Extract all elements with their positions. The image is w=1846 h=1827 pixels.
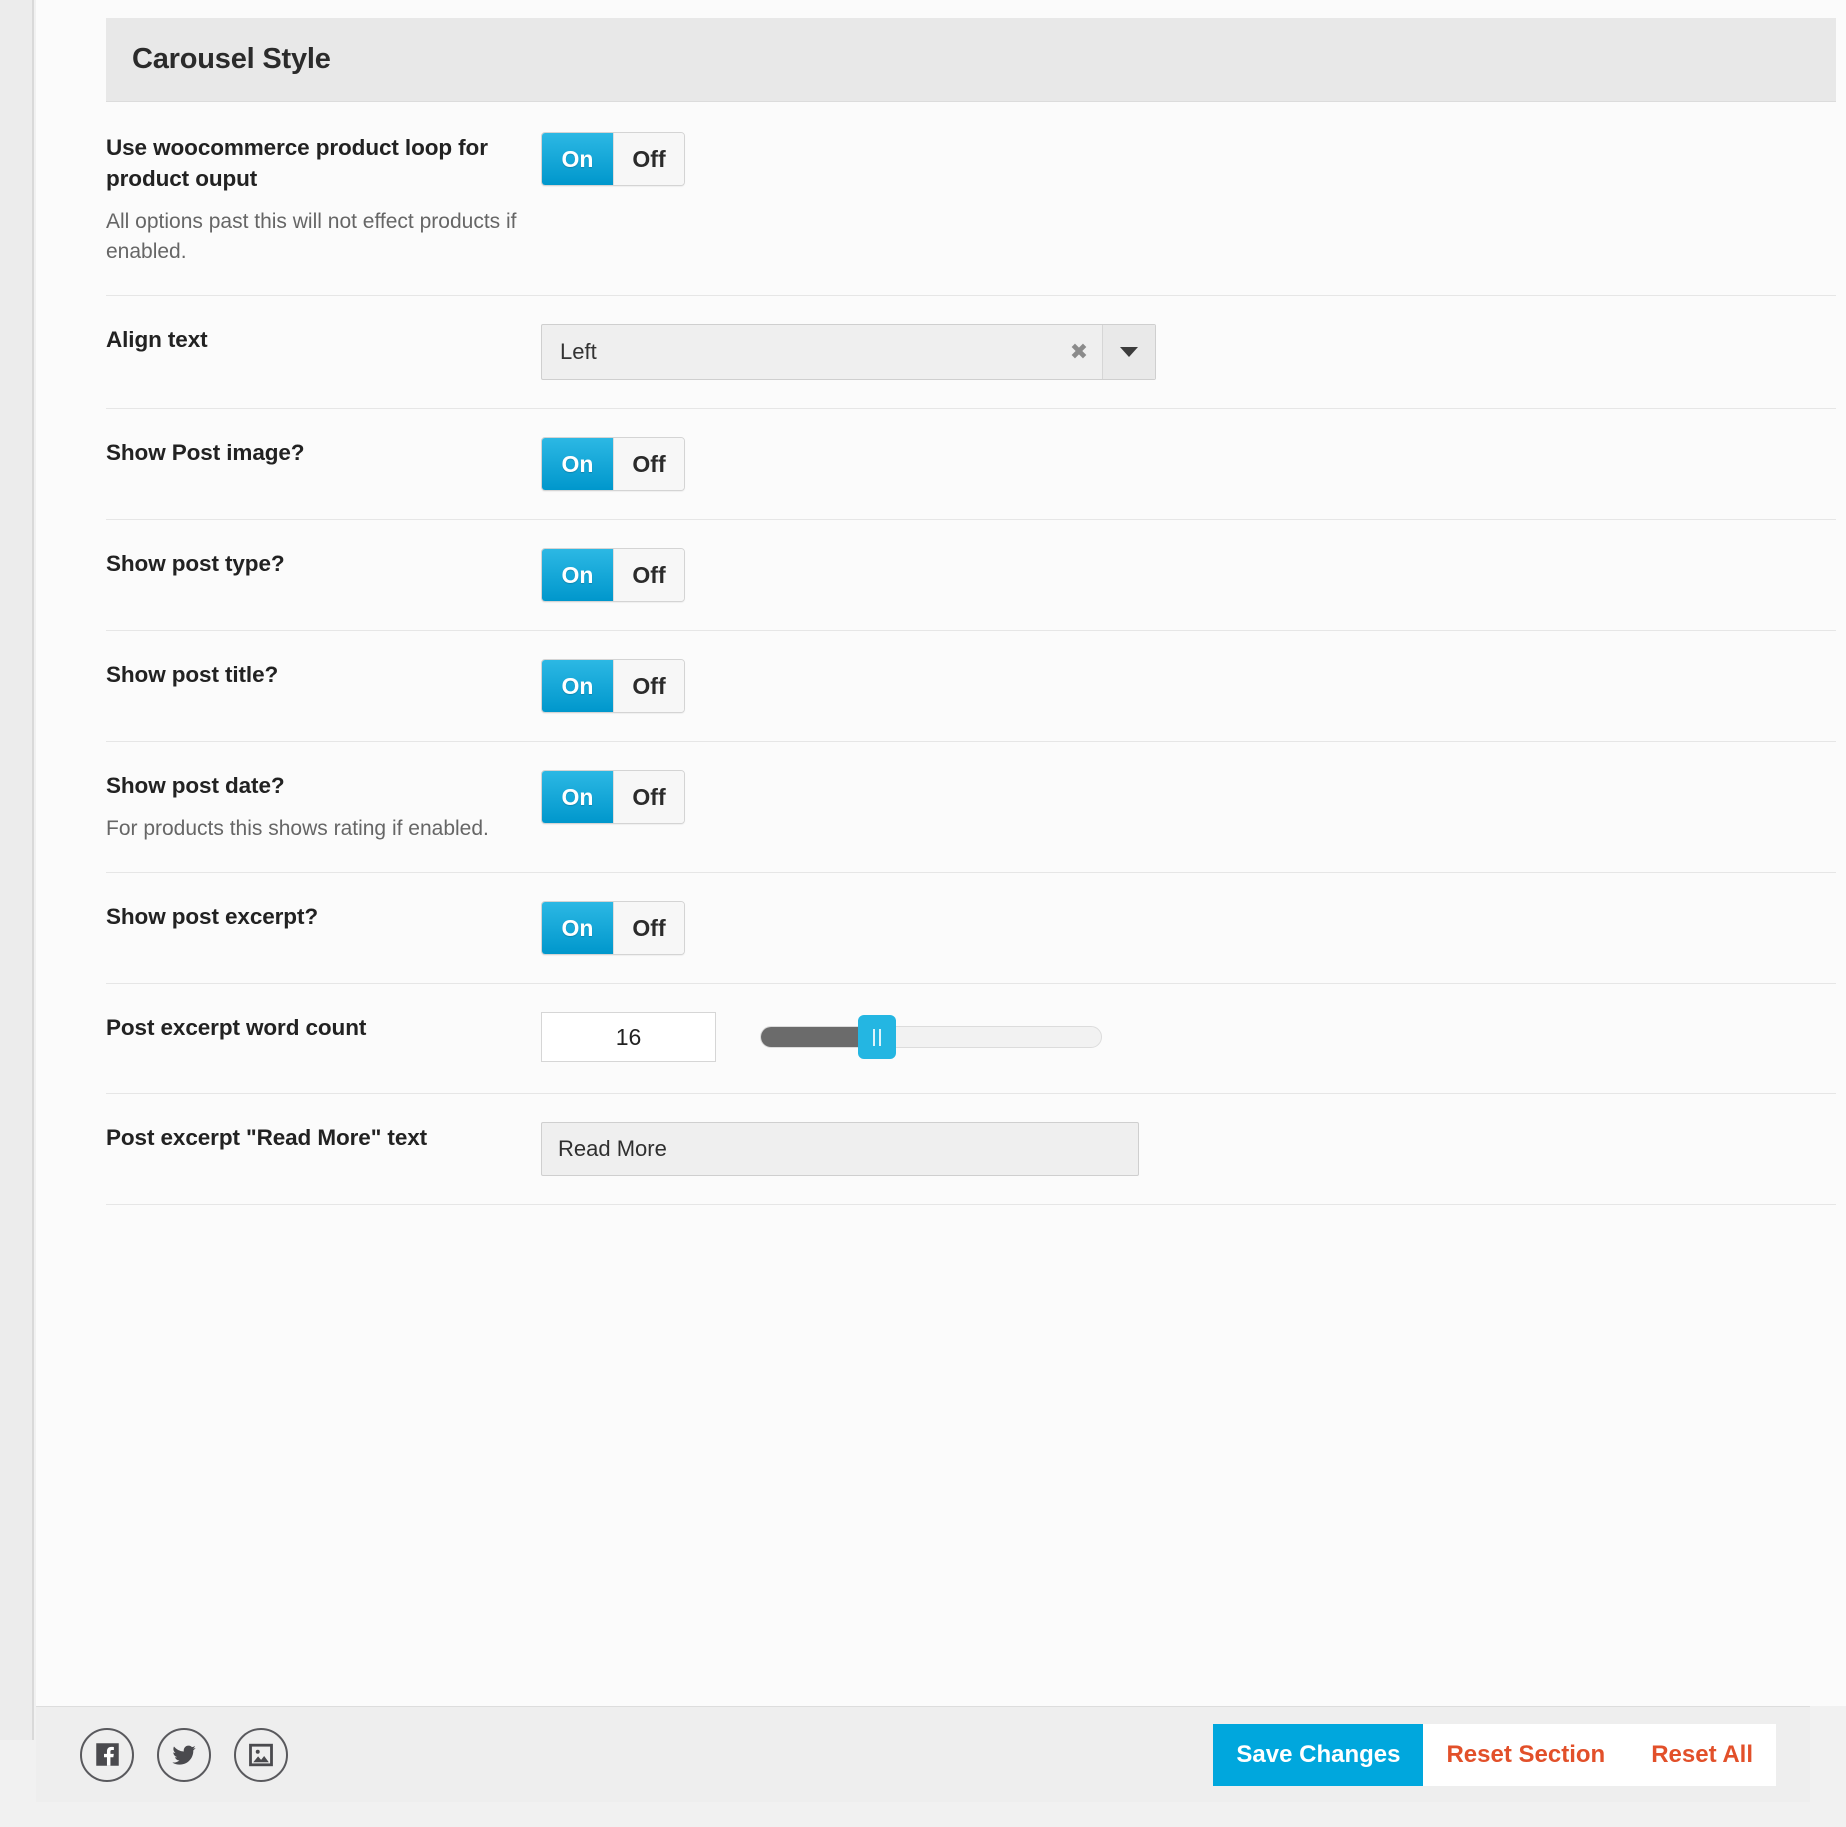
row-label-group: Post excerpt word count [106,1012,541,1043]
row-field: On Off [541,548,1836,603]
clear-x-icon[interactable]: ✖ [1056,325,1102,379]
toggle-on-segment[interactable]: On [542,902,613,955]
word-count-slider[interactable] [760,1015,1102,1060]
save-changes-button[interactable]: Save Changes [1213,1723,1424,1786]
section-header: Carousel Style [106,18,1836,102]
row-label-group: Align text [106,324,541,355]
align-text-select[interactable]: Left ✖ [541,324,1156,381]
setting-label: Align text [106,327,208,353]
toggle-off-segment[interactable]: Off [613,771,684,824]
toggle-on-segment[interactable]: On [542,549,613,602]
handle-grip-line [872,1028,875,1046]
row-field: On Off [541,770,1836,825]
row-field: On Off [541,901,1836,956]
toggle-off-segment[interactable]: Off [613,438,684,491]
row-field: Read More [541,1122,1836,1177]
toggle-on-segment[interactable]: On [542,771,613,824]
toggle-off-segment[interactable]: Off [613,660,684,713]
twitter-icon[interactable] [157,1727,211,1782]
word-count-control: 16 [541,1012,1102,1063]
reset-all-button[interactable]: Reset All [1628,1723,1776,1786]
slider-fill [761,1027,870,1048]
read-more-input[interactable]: Read More [541,1122,1139,1177]
setting-row-show-post-image: Show Post image? On Off [106,409,1836,521]
toggle-on-segment[interactable]: On [542,438,613,491]
toggle-show-post-excerpt[interactable]: On Off [541,901,685,956]
social-links [80,1727,288,1782]
toggle-off-segment[interactable]: Off [613,549,684,602]
setting-row-show-post-date: Show post date? For products this shows … [106,742,1836,874]
image-icon[interactable] [234,1727,288,1782]
panel-footer: Save Changes Reset Section Reset All [36,1706,1810,1802]
select-selected-value: Left [560,339,597,365]
row-field: On Off [541,132,1836,186]
row-label-group: Use woocommerce product loop for product… [106,132,541,267]
setting-row-align-text: Align text Left ✖ [106,296,1836,410]
row-field: On Off [541,659,1836,714]
toggle-on-segment[interactable]: On [542,133,613,185]
setting-row-woocommerce-loop: Use woocommerce product loop for product… [106,104,1836,297]
setting-label: Show post excerpt? [106,904,318,930]
row-field: On Off [541,437,1836,492]
setting-row-show-post-excerpt: Show post excerpt? On Off [106,873,1836,985]
setting-row-excerpt-word-count: Post excerpt word count 16 [106,984,1836,1095]
setting-description: All options past this will not effect pr… [106,210,517,264]
toggle-show-post-date[interactable]: On Off [541,770,685,825]
toggle-on-segment[interactable]: On [542,660,613,713]
toggle-off-segment[interactable]: Off [613,902,684,955]
chevron-down-icon[interactable] [1102,325,1155,380]
row-label-group: Show post type? [106,548,541,579]
row-label-group: Show post date? For products this shows … [106,770,541,844]
setting-row-read-more-text: Post excerpt "Read More" text Read More [106,1094,1836,1206]
reset-section-button[interactable]: Reset Section [1423,1723,1629,1786]
toggle-show-post-type[interactable]: On Off [541,548,685,603]
facebook-icon[interactable] [80,1727,134,1782]
setting-label: Show post date? [106,773,285,799]
settings-panel: Carousel Style Use woocommerce product l… [36,0,1846,1706]
word-count-input[interactable]: 16 [541,1012,716,1063]
setting-label: Use woocommerce product loop for product… [106,135,488,192]
setting-label: Show Post image? [106,440,305,466]
row-label-group: Show post excerpt? [106,901,541,932]
left-gutter [0,0,34,1740]
row-field: 16 [541,1012,1836,1063]
setting-label: Post excerpt word count [106,1015,367,1041]
row-label-group: Show Post image? [106,437,541,468]
row-label-group: Show post title? [106,659,541,690]
page-title: Carousel Style [132,43,331,75]
toggle-show-post-image[interactable]: On Off [541,437,685,492]
row-label-group: Post excerpt "Read More" text [106,1122,541,1153]
slider-handle[interactable] [857,1015,896,1060]
caret-shape [1120,347,1138,358]
footer-actions: Save Changes Reset Section Reset All [1213,1723,1776,1786]
toggle-off-segment[interactable]: Off [613,133,684,185]
settings-rows: Use woocommerce product loop for product… [106,104,1836,1206]
handle-grip-line [878,1028,881,1046]
setting-label: Show post title? [106,662,279,688]
row-field: Left ✖ [541,324,1836,381]
setting-row-show-post-title: Show post title? On Off [106,631,1836,743]
setting-label: Show post type? [106,551,285,577]
options-page: Carousel Style Use woocommerce product l… [0,0,1846,1827]
setting-row-show-post-type: Show post type? On Off [106,520,1836,632]
toggle-show-post-title[interactable]: On Off [541,659,685,714]
setting-label: Post excerpt "Read More" text [106,1125,428,1151]
page-bottom-area [0,1803,1846,1827]
setting-description: For products this shows rating if enable… [106,817,489,841]
toggle-woocommerce-loop[interactable]: On Off [541,132,685,186]
